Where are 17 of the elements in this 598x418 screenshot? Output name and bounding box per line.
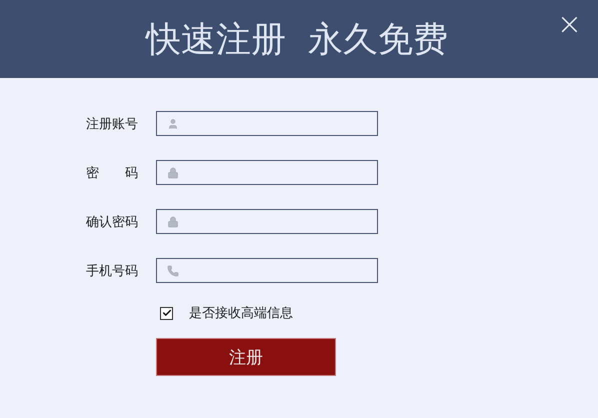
register-button[interactable]: 注册 — [156, 338, 336, 376]
input-field[interactable] — [156, 258, 378, 283]
checkbox-label: 是否接收高端信息 — [189, 305, 293, 322]
input-field[interactable] — [156, 209, 378, 234]
field-label: 确认密码 — [86, 214, 139, 230]
field-label: 密 码 — [86, 164, 139, 182]
checkbox[interactable] — [160, 306, 173, 320]
user-icon — [167, 118, 179, 130]
lock-icon — [167, 166, 179, 178]
input-field[interactable] — [156, 111, 378, 136]
window-title: 快速注册 永久免费 — [146, 18, 448, 62]
lock-icon — [167, 216, 179, 228]
input-field[interactable] — [156, 160, 378, 185]
phone-icon — [167, 264, 179, 276]
field-label: 手机号码 — [86, 262, 139, 280]
close-button[interactable]: × — [556, 10, 582, 40]
field-label: 注册账号 — [86, 116, 139, 132]
